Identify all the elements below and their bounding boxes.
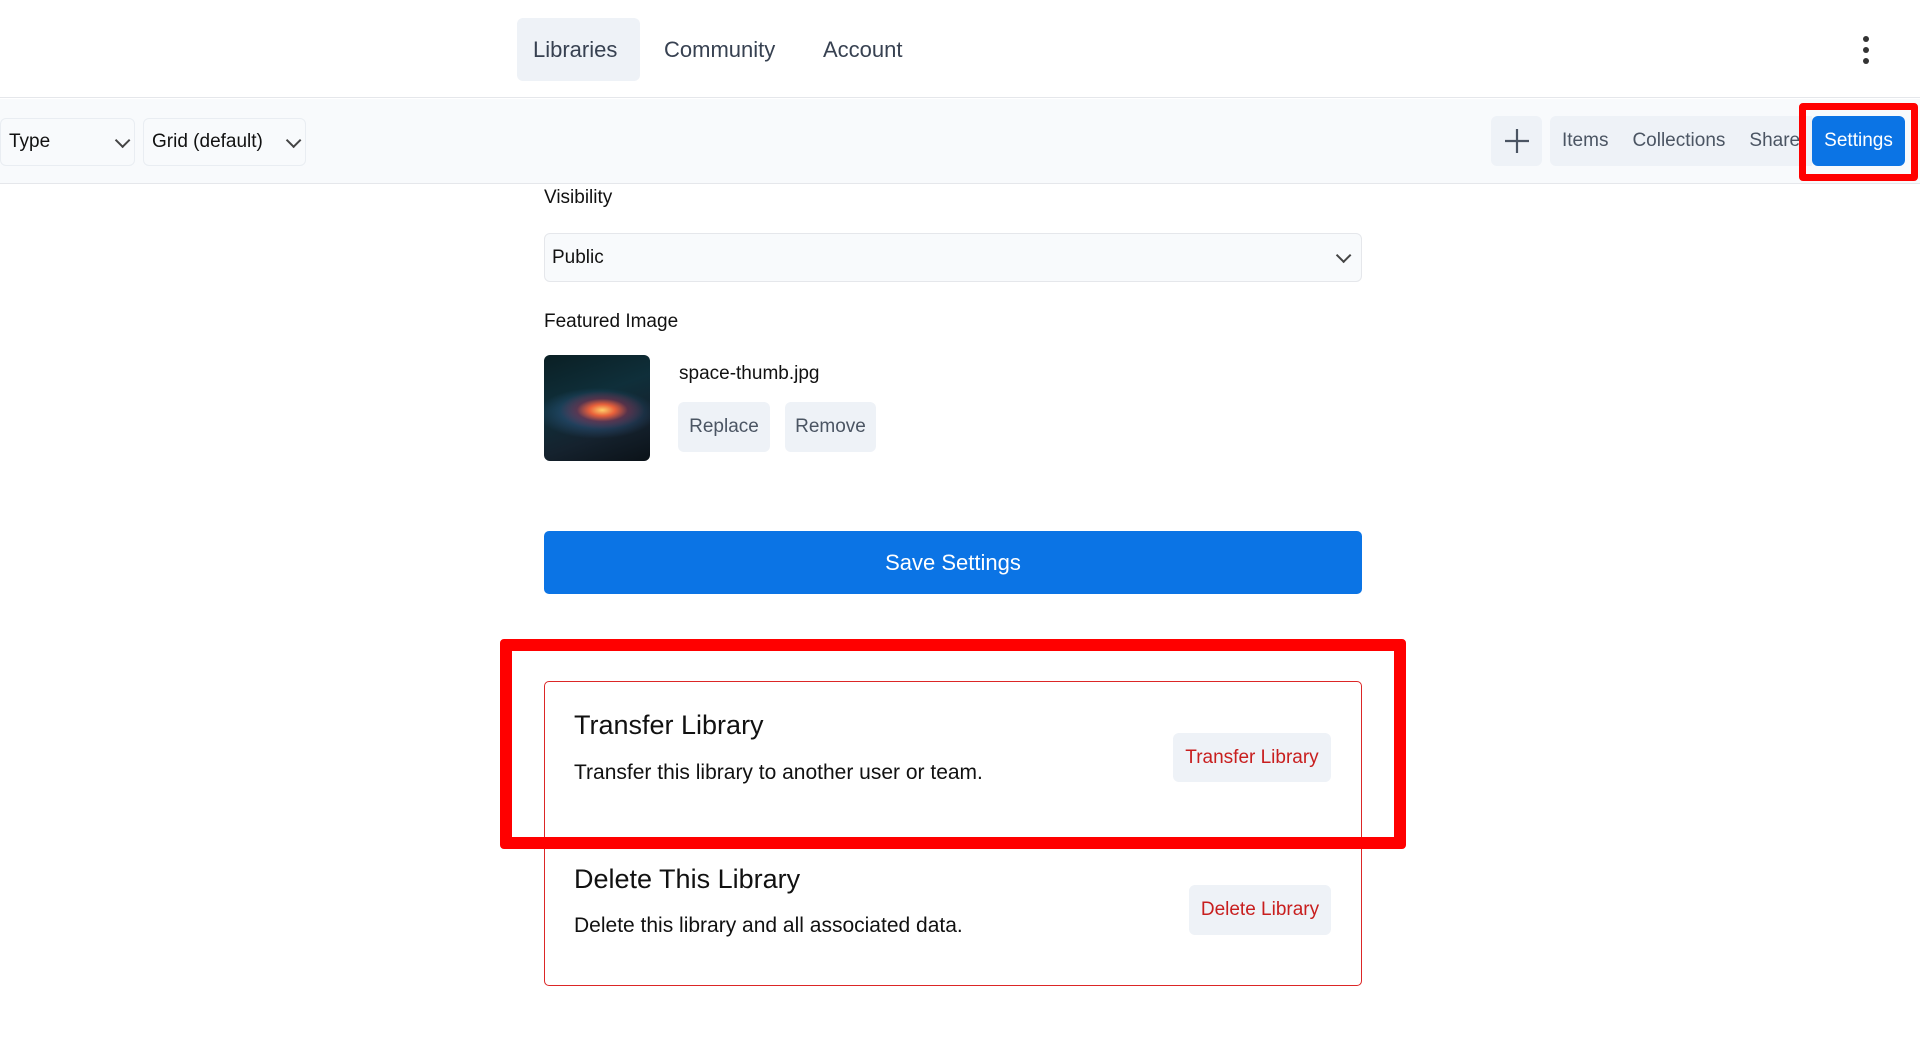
tab-account[interactable]: Account <box>807 18 919 81</box>
tab-community[interactable]: Community <box>648 18 791 81</box>
add-button[interactable] <box>1491 116 1542 166</box>
featured-image-filename: space-thumb.jpg <box>679 363 820 384</box>
more-options-icon[interactable] <box>1852 32 1880 68</box>
type-filter-value: Type <box>9 131 51 152</box>
delete-library-button[interactable]: Delete Library <box>1189 885 1331 935</box>
delete-description: Delete this library and all associated d… <box>574 914 963 937</box>
chevron-down-icon <box>1335 247 1352 264</box>
delete-title: Delete This Library <box>574 864 801 894</box>
tab-collections[interactable]: Collections <box>1620 130 1737 152</box>
chevron-down-icon <box>114 132 131 148</box>
tab-items[interactable]: Items <box>1550 130 1620 152</box>
chevron-down-icon <box>285 132 302 148</box>
top-navigation <box>0 0 1920 98</box>
type-filter-dropdown[interactable]: Type <box>0 118 135 166</box>
tab-libraries[interactable]: Libraries <box>517 18 640 81</box>
visibility-value: Public <box>552 246 604 268</box>
view-mode-value: Grid (default) <box>152 131 263 152</box>
transfer-description: Transfer this library to another user or… <box>574 761 983 784</box>
featured-image-label: Featured Image <box>544 311 679 332</box>
visibility-select[interactable]: Public <box>544 233 1362 282</box>
plus-icon <box>1504 129 1529 153</box>
transfer-title: Transfer Library <box>574 710 764 740</box>
view-mode-dropdown[interactable]: Grid (default) <box>143 118 306 166</box>
tab-share[interactable]: Share <box>1737 130 1812 152</box>
transfer-library-button[interactable]: Transfer Library <box>1173 733 1331 782</box>
remove-button[interactable]: Remove <box>785 402 876 452</box>
settings-button[interactable]: Settings <box>1812 116 1905 166</box>
section-tabs: Items Collections Share <box>1550 116 1812 166</box>
featured-image-thumbnail <box>544 355 650 461</box>
replace-button[interactable]: Replace <box>678 402 770 452</box>
visibility-label: Visibility <box>544 187 613 208</box>
save-settings-button[interactable]: Save Settings <box>544 531 1362 594</box>
